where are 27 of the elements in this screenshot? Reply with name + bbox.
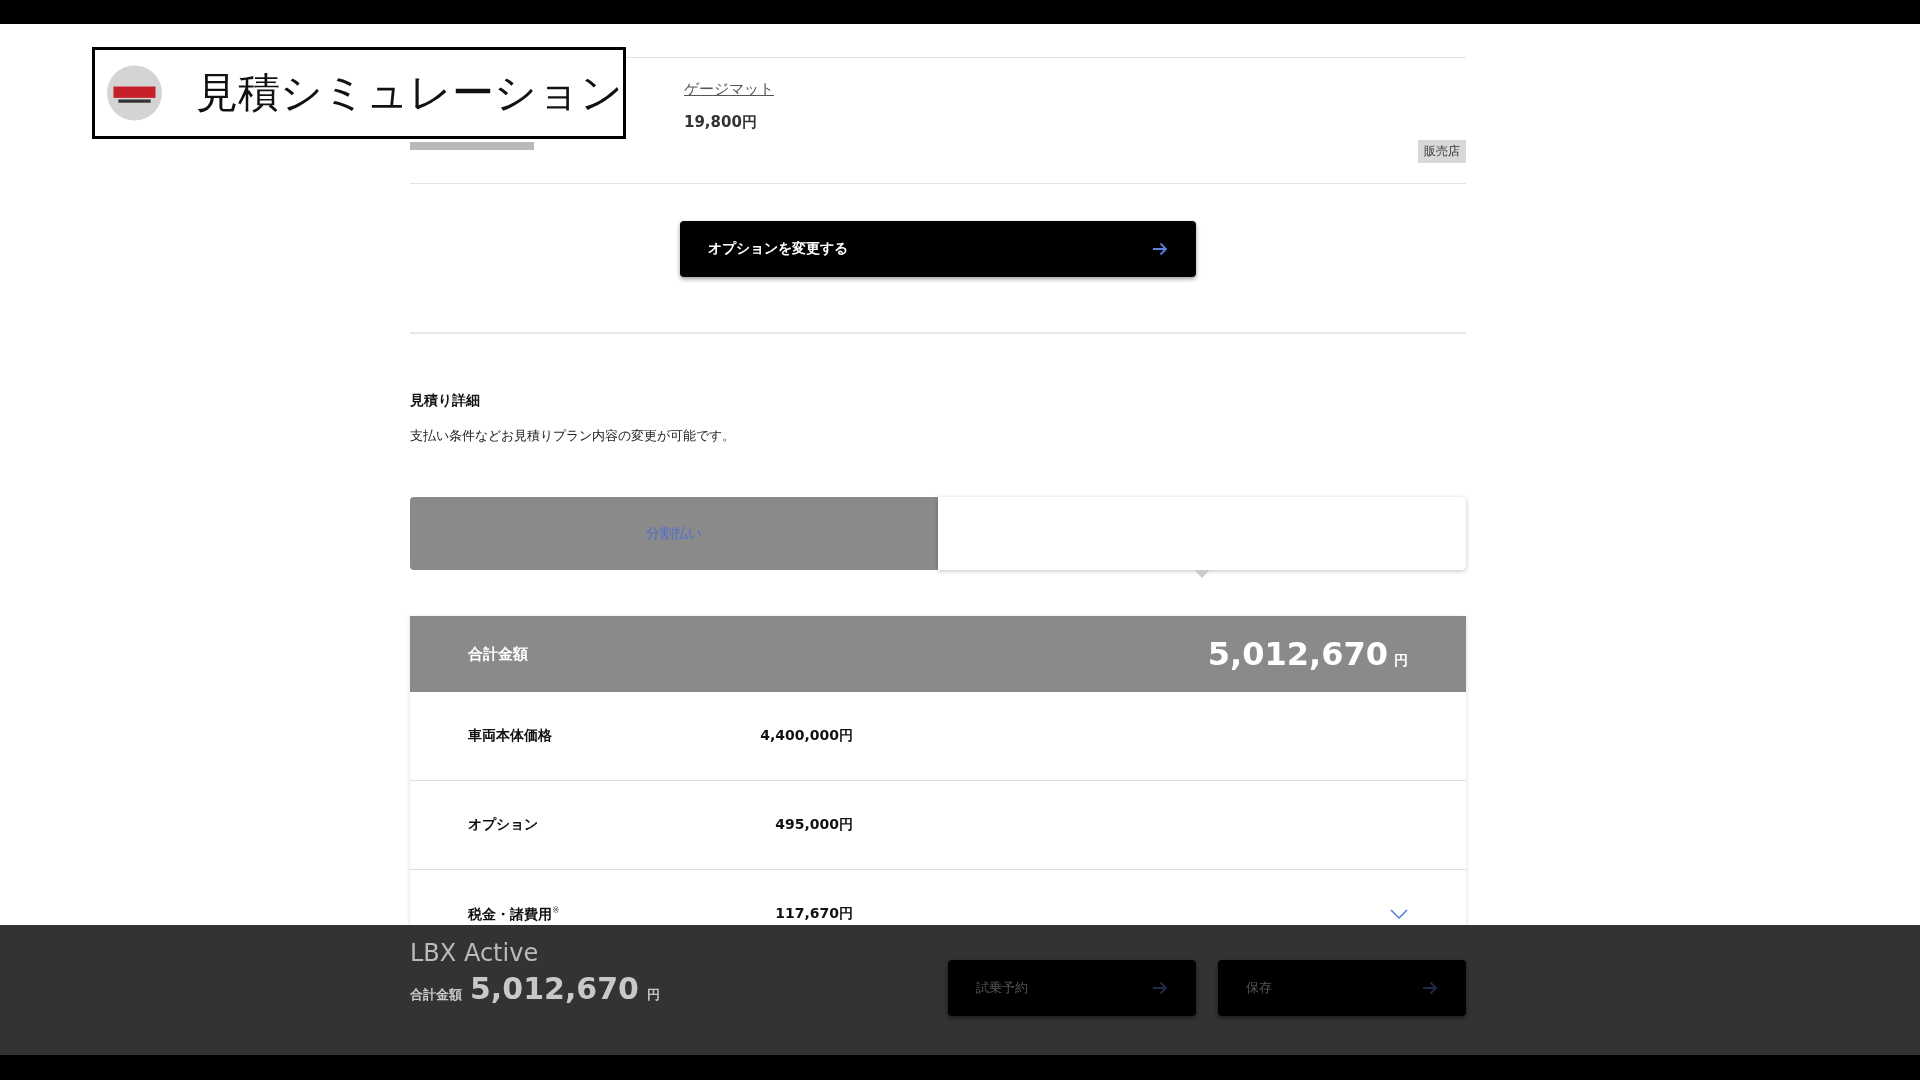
total-label: 合計金額 <box>468 644 528 664</box>
option-name-link[interactable]: ゲージマット <box>684 80 774 99</box>
price-label: 税金・諸費用$^{※}$ <box>468 904 561 924</box>
section-heading: 見積り詳細 <box>410 392 481 410</box>
arrow-icon <box>1152 242 1168 256</box>
action-button[interactable]: 保存 <box>1218 960 1466 1016</box>
chevron-down-icon[interactable] <box>1390 909 1408 919</box>
model-name: LBX Active <box>410 939 540 967</box>
dealer-badge: 販売店 <box>1418 140 1466 163</box>
total-amount: 5,012,670 <box>470 971 639 1006</box>
currency-unit: 円 <box>646 986 660 1004</box>
arrow-icon <box>1422 981 1438 995</box>
section-description: 支払い条件などお見積りプラン内容の変更が可能です。 <box>410 428 736 445</box>
price-value: 117,670円 <box>774 905 853 923</box>
price-value: 495,000円 <box>774 816 853 834</box>
change-options-button[interactable]: オプションを変更する <box>680 221 1196 277</box>
currency-unit: 円 <box>1394 652 1408 668</box>
overlay-title: 見積シミュレーション <box>196 67 623 119</box>
price-value: 4,400,000円 <box>759 727 853 745</box>
tab-pointer-icon <box>1194 570 1210 578</box>
total-amount: 5,012,670 <box>1207 635 1388 673</box>
price-label: オプション <box>468 816 539 834</box>
option-price: 19,800円 <box>684 113 758 132</box>
arrow-icon <box>1152 981 1168 995</box>
total-label: 合計金額 <box>410 986 462 1004</box>
action-button[interactable]: 試乗予約 <box>948 960 1196 1016</box>
price-label: 車両本体価格 <box>468 727 553 745</box>
